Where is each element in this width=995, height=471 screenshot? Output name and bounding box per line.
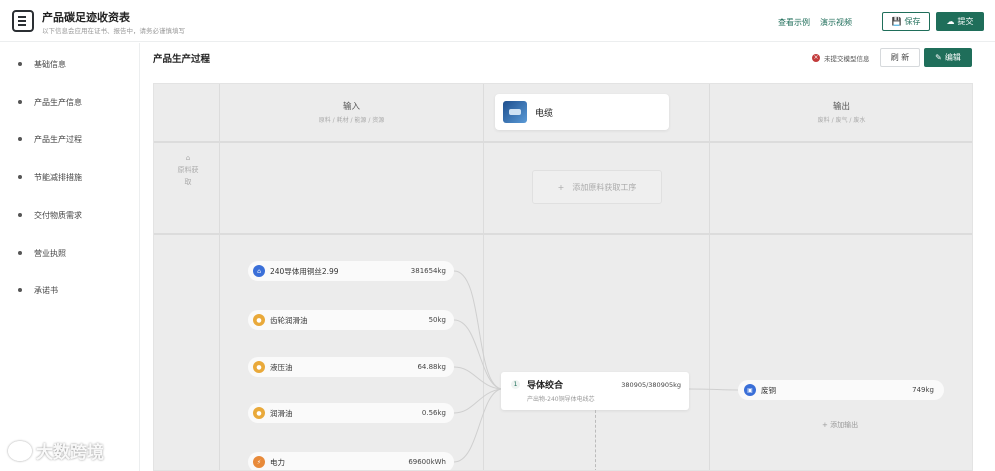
factory-icon: ⌂ — [253, 265, 265, 277]
page-title: 产品碳足迹收资表 — [42, 11, 130, 24]
input-name: 润滑油 — [270, 408, 293, 418]
sidebar-item-label: 营业执照 — [34, 248, 66, 258]
add-output-button[interactable]: + 添加输出 — [822, 420, 858, 430]
app-logo-icon — [12, 10, 34, 32]
input-item[interactable]: ⌂ 240导体用铜丝2.99 381654kg — [248, 261, 454, 281]
sidebar-item-production-process[interactable]: 产品生产过程 — [18, 132, 82, 146]
oil-icon: ● — [253, 361, 265, 373]
process-canvas: 输入 原料 / 耗材 / 能源 / 资源 电缆 输出 废料 / 废气 / 废水 … — [153, 83, 973, 471]
demo-video-link[interactable]: 演示视频 — [820, 17, 852, 28]
output-name: 废铜 — [761, 385, 776, 395]
submit-button[interactable]: ☁ 提交 — [936, 12, 984, 31]
bullet-icon — [18, 62, 22, 66]
oil-icon: ● — [253, 407, 265, 419]
watermark-text: 大数跨境 — [36, 443, 104, 463]
warning-text: 未提交模型信息 — [824, 55, 870, 63]
sidebar-item-label: 产品生产信息 — [34, 97, 82, 107]
sidebar-item-delivery-requirements[interactable]: 交付物质需求 — [18, 208, 82, 222]
input-amount: 69600kWh — [408, 458, 446, 466]
sidebar-item-business-license[interactable]: 营业执照 — [18, 246, 66, 260]
view-example-link[interactable]: 查看示例 — [778, 17, 810, 28]
process-description: 产出物-240铜导体电线芯 — [527, 396, 595, 403]
pencil-icon: ✎ — [935, 53, 942, 62]
plus-icon: + — [822, 421, 828, 429]
input-name: 240导体用铜丝2.99 — [270, 266, 339, 276]
sidebar-item-label: 节能减排措施 — [34, 172, 82, 182]
save-button-label: 保存 — [904, 17, 921, 26]
warning-status: × 未提交模型信息 — [812, 53, 870, 63]
bullet-icon — [18, 137, 22, 141]
output-item[interactable]: ▣ 废铜 749kg — [738, 380, 944, 400]
process-name: 导体绞合 — [527, 381, 564, 391]
bullet-icon — [18, 251, 22, 255]
sidebar-item-production-info[interactable]: 产品生产信息 — [18, 95, 82, 109]
sidebar-item-label: 产品生产过程 — [34, 134, 82, 144]
input-amount: 381654kg — [410, 267, 446, 275]
bullet-icon — [18, 100, 22, 104]
watermark-logo-icon — [8, 440, 32, 461]
output-amount: 749kg — [912, 386, 934, 394]
save-icon: 💾 — [891, 17, 902, 26]
process-ratio: 380905/380905kg — [621, 381, 681, 389]
waste-icon: ▣ — [744, 384, 756, 396]
edit-button[interactable]: ✎ 编辑 — [924, 48, 972, 67]
input-amount: 64.88kg — [417, 363, 446, 371]
edit-button-label: 编辑 — [944, 53, 961, 62]
input-amount: 50kg — [428, 316, 446, 324]
input-item[interactable]: ● 液压油 64.88kg — [248, 357, 454, 377]
sidebar-item-label: 交付物质需求 — [34, 210, 82, 220]
upload-cloud-icon: ☁ — [946, 17, 955, 26]
sidebar-item-energy-saving[interactable]: 节能减排措施 — [18, 170, 82, 184]
sidebar-item-basic-info[interactable]: 基础信息 — [18, 57, 66, 71]
process-connector-dashed — [595, 410, 596, 470]
input-item[interactable]: ● 润滑油 0.56kg — [248, 403, 454, 423]
input-name: 电力 — [270, 457, 285, 467]
process-node[interactable]: 1 导体绞合 380905/380905kg 产出物-240铜导体电线芯 — [501, 372, 689, 410]
input-item[interactable]: ⚡ 电力 69600kWh — [248, 452, 454, 470]
error-icon: × — [812, 54, 820, 62]
input-item[interactable]: ● 齿轮润滑油 50kg — [248, 310, 454, 330]
section-title: 产品生产过程 — [153, 54, 211, 65]
input-amount: 0.56kg — [421, 409, 446, 417]
submit-button-label: 提交 — [957, 17, 974, 26]
watermark: 大数跨境 — [8, 438, 104, 463]
sidebar-item-label: 基础信息 — [34, 59, 66, 69]
page-subtitle: 以下信息会应用在证书、报告中，请务必谨慎填写 — [42, 27, 185, 35]
process-number-badge: 1 — [511, 380, 520, 389]
bullet-icon — [18, 213, 22, 217]
sidebar-item-label: 承诺书 — [34, 285, 58, 295]
sidebar-item-commitment-letter[interactable]: 承诺书 — [18, 283, 58, 297]
input-name: 液压油 — [270, 362, 293, 372]
refresh-button[interactable]: 刷 新 — [880, 48, 920, 67]
power-icon: ⚡ — [253, 456, 265, 468]
bullet-icon — [18, 175, 22, 179]
add-output-label: 添加输出 — [830, 421, 859, 429]
input-name: 齿轮润滑油 — [270, 315, 308, 325]
sidebar: 基础信息 产品生产信息 产品生产过程 节能减排措施 交付物质需求 营业执照 承诺… — [0, 43, 140, 471]
app-header: 产品碳足迹收资表 以下信息会应用在证书、报告中，请务必谨慎填写 查看示例 演示视… — [0, 0, 995, 42]
bullet-icon — [18, 288, 22, 292]
oil-icon: ● — [253, 314, 265, 326]
save-button[interactable]: 💾 保存 — [882, 12, 930, 31]
